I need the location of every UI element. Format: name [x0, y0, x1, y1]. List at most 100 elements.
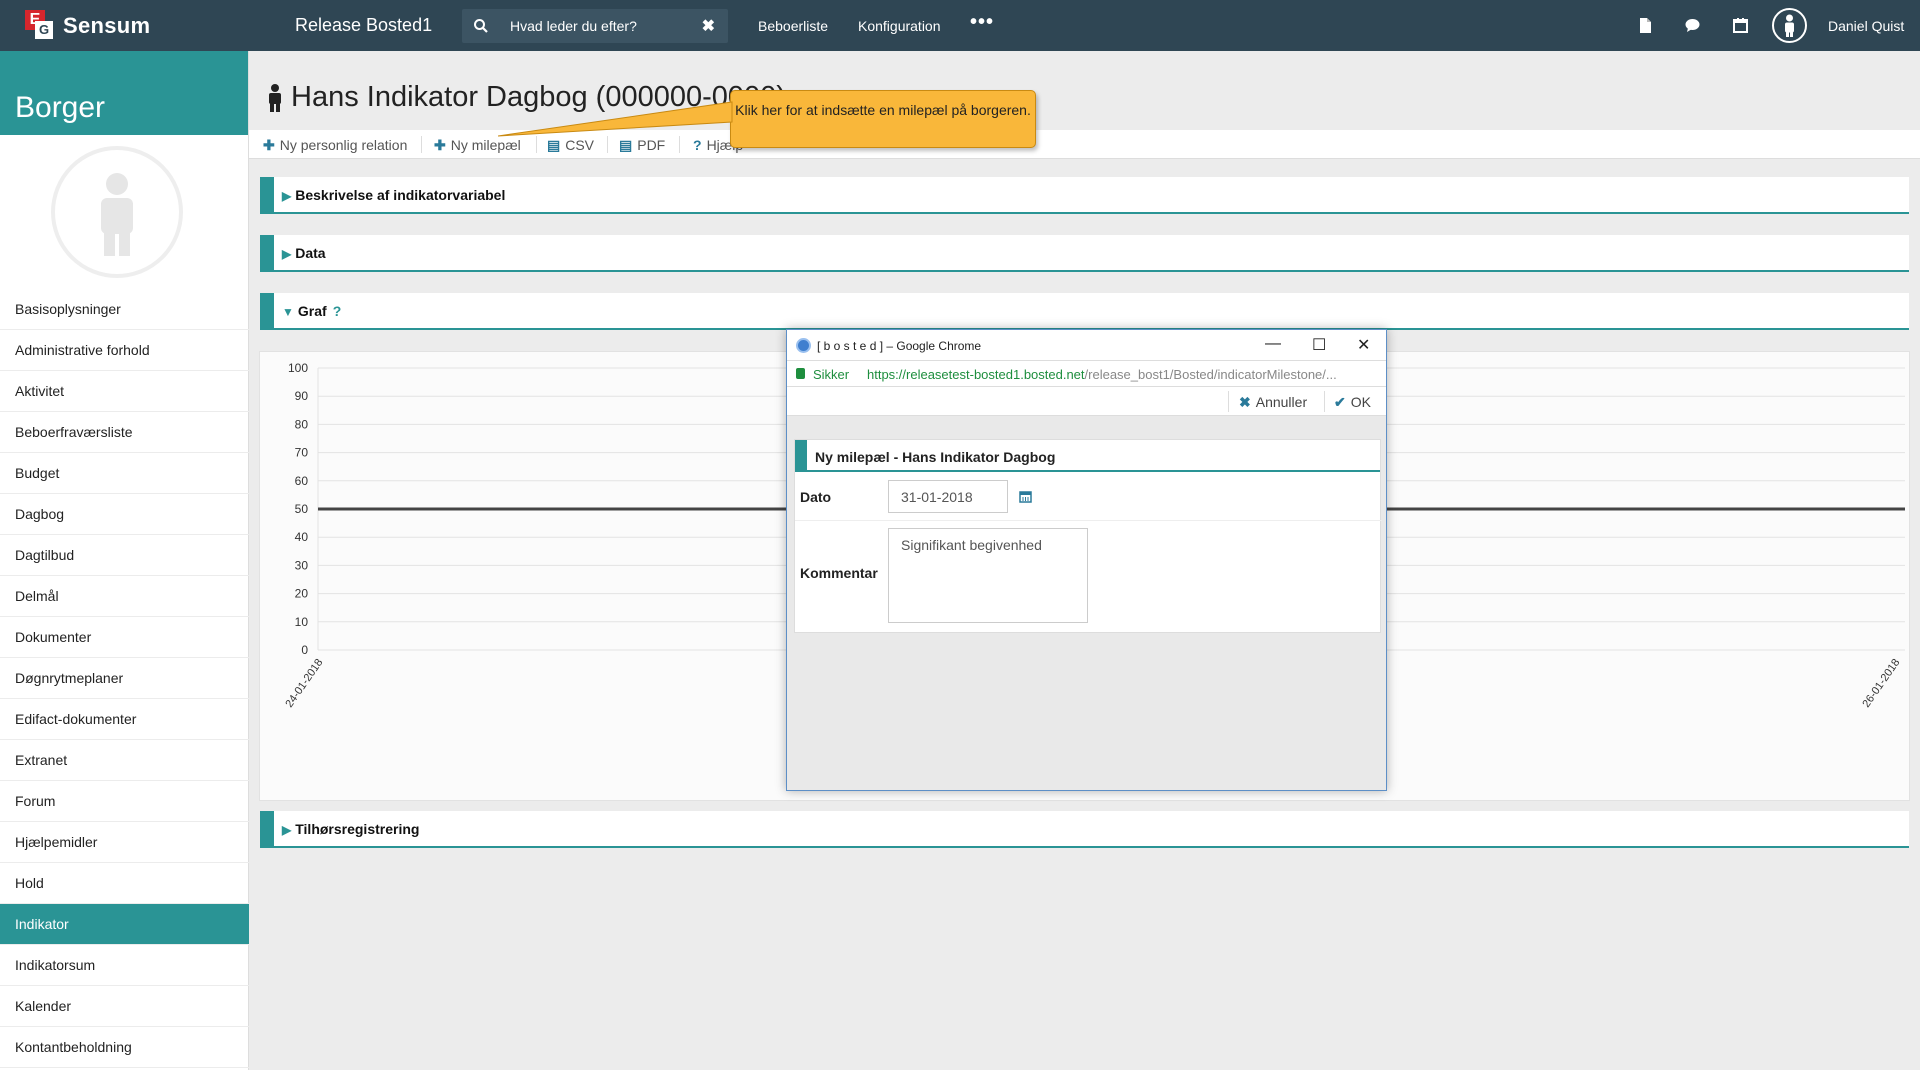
comment-row: Kommentar Signifikant begivenhed: [795, 522, 1382, 632]
section-title: Data: [295, 245, 326, 261]
caret-right-icon: ▶: [282, 189, 292, 203]
check-icon: ✔: [1334, 394, 1346, 410]
sidebar-item-kontantbeholdning[interactable]: Kontantbeholdning: [0, 1027, 249, 1068]
nav-beboerliste[interactable]: Beboerliste: [758, 18, 828, 34]
ok-label: OK: [1350, 394, 1371, 410]
y-tick-label: 80: [295, 417, 309, 431]
sidebar-title: Borger: [0, 51, 248, 135]
sidebar-item-indikatorsum[interactable]: Indikatorsum: [0, 945, 249, 986]
sidebar-item-kalender[interactable]: Kalender: [0, 986, 249, 1027]
close-icon[interactable]: ✕: [1357, 335, 1370, 355]
chat-icon[interactable]: [1684, 17, 1701, 34]
calendar-picker-icon[interactable]: [1019, 490, 1032, 503]
sidebar-item-hjaelpemidler[interactable]: Hjælpemidler: [0, 822, 249, 863]
ok-button[interactable]: ✔ OK: [1334, 394, 1371, 411]
section-graph[interactable]: ▼ Graf?: [260, 293, 1909, 330]
plus-icon: ✚: [263, 137, 275, 153]
maximize-icon[interactable]: ☐: [1312, 335, 1326, 355]
section-title: Beskrivelse af indikatorvariabel: [295, 187, 506, 203]
secure-label: Sikker: [813, 367, 850, 382]
person-icon: [269, 83, 281, 112]
new-personal-relation-button[interactable]: ✚ Ny personlig relation: [263, 137, 407, 154]
search-icon: [474, 19, 488, 33]
caret-right-icon: ▶: [282, 247, 292, 261]
calendar-icon[interactable]: [1732, 17, 1749, 34]
section-indicator-description[interactable]: ▶ Beskrivelse af indikatorvariabel: [260, 177, 1909, 214]
sidebar-item-indikator[interactable]: Indikator: [0, 904, 249, 945]
csv-export-button[interactable]: ▤ CSV: [547, 137, 594, 154]
y-tick-label: 30: [295, 558, 309, 572]
url-path: /release_bost1/Bosted/indicatorMilestone…: [1084, 367, 1337, 382]
date-row: Dato 31-01-2018: [795, 473, 1382, 521]
y-tick-label: 40: [295, 530, 309, 544]
sidebar-item-edifact-dokumenter[interactable]: Edifact-dokumenter: [0, 699, 249, 740]
tooltip-text: Klik her for at indsætte en milepæl på b…: [735, 102, 1031, 118]
toolbar-divider: [679, 136, 680, 153]
y-tick-label: 10: [295, 615, 309, 629]
sidebar-item-forum[interactable]: Forum: [0, 781, 249, 822]
popup-url[interactable]: https://releasetest-bosted1.bosted.net/r…: [867, 367, 1337, 382]
y-tick-label: 50: [295, 502, 309, 516]
section-membership-registration[interactable]: ▶ Tilhørsregistrering: [260, 811, 1909, 848]
action-divider: [1228, 391, 1229, 412]
csv-file-icon: ▤: [547, 137, 561, 153]
sidebar-item-delmaal[interactable]: Delmål: [0, 576, 249, 617]
graph-help-icon[interactable]: ?: [333, 303, 342, 319]
top-navigation-bar: E G Sensum Release Bosted1 Hvad leder du…: [0, 0, 1920, 51]
sidebar-item-beboerfravaersliste[interactable]: Beboerfraværsliste: [0, 412, 249, 453]
sidebar-item-extranet[interactable]: Extranet: [0, 740, 249, 781]
cancel-button[interactable]: ✖ Annuller: [1239, 394, 1307, 411]
citizen-avatar: [51, 146, 183, 278]
minimize-icon[interactable]: —: [1265, 335, 1281, 353]
sidebar-item-hold[interactable]: Hold: [0, 863, 249, 904]
popup-address-bar[interactable]: Sikker https://releasetest-bosted1.boste…: [787, 360, 1386, 387]
pdf-export-label: PDF: [637, 137, 666, 153]
comment-label: Kommentar: [800, 565, 878, 581]
new-milestone-label: Ny milepæl: [450, 137, 521, 153]
sidebar-item-dagbog[interactable]: Dagbog: [0, 494, 249, 535]
sidebar: Borger Basisoplysninger Administrative f…: [0, 51, 249, 1070]
caret-down-icon: ▼: [282, 305, 294, 319]
search-input[interactable]: Hvad leder du efter?: [510, 18, 637, 34]
date-field[interactable]: 31-01-2018: [888, 480, 1008, 513]
global-search[interactable]: Hvad leder du efter? ✖: [462, 9, 728, 43]
environment-name[interactable]: Release Bosted1: [295, 15, 432, 36]
action-divider: [1324, 391, 1325, 412]
sidebar-item-basisoplysninger[interactable]: Basisoplysninger: [0, 289, 249, 330]
form-title: Ny milepæl - Hans Indikator Dagbog: [795, 440, 1380, 472]
user-name[interactable]: Daniel Quist: [1828, 18, 1904, 34]
more-menu-icon[interactable]: •••: [970, 11, 994, 34]
pdf-export-button[interactable]: ▤ PDF: [619, 137, 665, 154]
sidebar-item-administrative-forhold[interactable]: Administrative forhold: [0, 330, 249, 371]
plus-icon: ✚: [434, 137, 446, 153]
y-tick-label: 100: [288, 361, 308, 375]
sidebar-item-dokumenter[interactable]: Dokumenter: [0, 617, 249, 658]
sidebar-item-dagtilbud[interactable]: Dagtilbud: [0, 535, 249, 576]
clear-search-icon[interactable]: ✖: [702, 16, 715, 36]
toolbar-divider: [421, 136, 422, 153]
new-milestone-popup-window: [ b o s t e d ] – Google Chrome — ☐ ✕ Si…: [786, 329, 1387, 791]
popup-action-bar: ✖ Annuller ✔ OK: [787, 387, 1386, 416]
comment-field[interactable]: Signifikant begivenhed: [888, 528, 1088, 623]
toolbar-divider: [536, 136, 537, 153]
popup-title-bar: [ b o s t e d ] – Google Chrome — ☐ ✕: [787, 330, 1386, 360]
section-title: Tilhørsregistrering: [295, 821, 420, 837]
pdf-file-icon: ▤: [619, 137, 633, 153]
sidebar-item-aktivitet[interactable]: Aktivitet: [0, 371, 249, 412]
document-icon[interactable]: [1637, 17, 1654, 34]
sidebar-item-budget[interactable]: Budget: [0, 453, 249, 494]
sensum-logo[interactable]: E G Sensum: [25, 10, 150, 41]
user-avatar[interactable]: [1772, 8, 1807, 43]
url-host: https://releasetest-bosted1.bosted.net: [867, 367, 1085, 382]
help-icon: ?: [693, 137, 702, 153]
y-tick-label: 60: [295, 474, 309, 488]
new-milestone-button[interactable]: ✚ Ny milepæl: [434, 137, 521, 154]
caret-right-icon: ▶: [282, 823, 292, 837]
section-data[interactable]: ▶ Data: [260, 235, 1909, 272]
sidebar-menu: Basisoplysninger Administrative forhold …: [0, 289, 249, 1068]
nav-konfiguration[interactable]: Konfiguration: [858, 18, 941, 34]
cancel-label: Annuller: [1255, 394, 1308, 410]
sidebar-item-doegnrytmeplaner[interactable]: Døgnrytmeplaner: [0, 658, 249, 699]
toolbar-divider: [607, 136, 608, 153]
milestone-hint-tooltip: Klik her for at indsætte en milepæl på b…: [730, 90, 1036, 148]
